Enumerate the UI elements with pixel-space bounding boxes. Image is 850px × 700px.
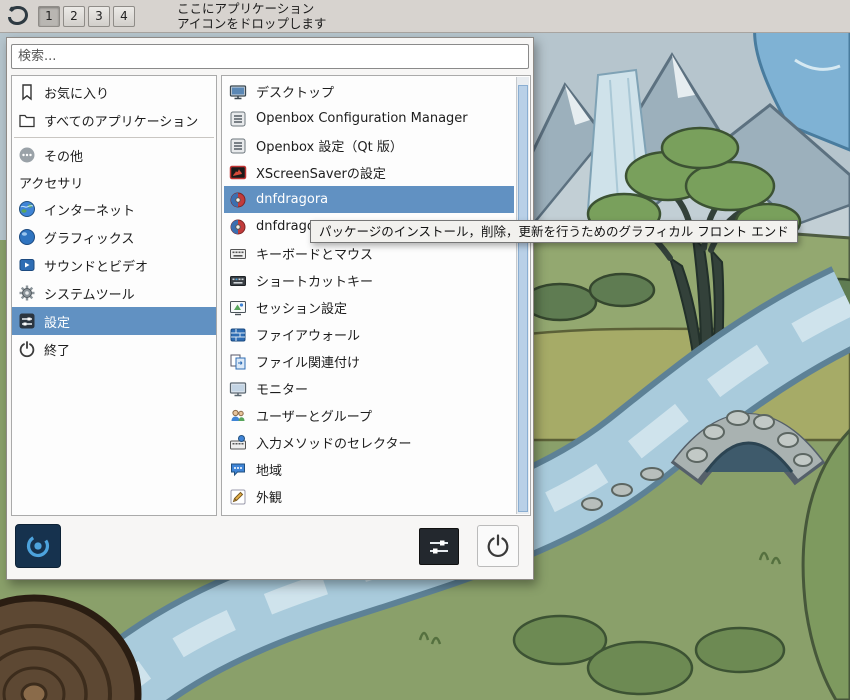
openbox-icon bbox=[229, 110, 247, 128]
sphere-icon bbox=[18, 228, 36, 246]
drop-hint-line2: アイコンをドロップします bbox=[177, 16, 327, 31]
category-pane: お気に入り すべてのアプリケーション その他 アクセサリ インターネット グラフ… bbox=[11, 75, 217, 516]
app-item-label: ファイアウォール bbox=[256, 329, 361, 344]
panel-drop-hint: ここにアプリケーション アイコンをドロップします bbox=[177, 1, 326, 31]
app-item-openbox-settings-qt[interactable]: Openbox 設定（Qt 版） bbox=[224, 132, 514, 159]
sidebar-item-label: お気に入り bbox=[44, 86, 110, 102]
app-item-label: 地域 bbox=[256, 464, 283, 479]
app-list-scrollbar[interactable] bbox=[516, 77, 529, 514]
sidebar-item-sound-video[interactable]: サウンドとビデオ bbox=[12, 251, 216, 279]
app-item-label: ショートカットキー bbox=[256, 275, 374, 290]
input-method-icon bbox=[229, 434, 247, 452]
sidebar-item-label: サウンドとビデオ bbox=[44, 259, 149, 275]
app-item-firewall[interactable]: ファイアウォール bbox=[224, 321, 514, 348]
monitor-icon bbox=[229, 380, 247, 398]
dnfdragora-icon bbox=[229, 191, 247, 209]
app-item-label: 外観 bbox=[256, 491, 283, 506]
workspace-pager: 1 2 3 4 bbox=[38, 5, 135, 27]
users-icon bbox=[229, 407, 247, 425]
workspace-button-3[interactable]: 3 bbox=[88, 5, 110, 27]
app-item-shortcut-keys[interactable]: ショートカットキー bbox=[224, 267, 514, 294]
app-item-label: XScreenSaverの設定 bbox=[256, 167, 386, 182]
video-icon bbox=[18, 256, 36, 274]
sidebar-item-graphics[interactable]: グラフィックス bbox=[12, 223, 216, 251]
appearance-icon bbox=[229, 488, 247, 506]
sliders-icon bbox=[430, 540, 448, 553]
sidebar-item-label: 設定 bbox=[44, 315, 71, 331]
workspace-button-1[interactable]: 1 bbox=[38, 5, 60, 27]
sidebar-item-settings[interactable]: 設定 bbox=[12, 307, 216, 335]
app-item-region[interactable]: 地域 bbox=[224, 456, 514, 483]
sidebar-item-internet[interactable]: インターネット bbox=[12, 195, 216, 223]
power-icon bbox=[18, 340, 36, 358]
keyboard-icon bbox=[229, 245, 247, 263]
sidebar-item-label: 終了 bbox=[44, 343, 71, 359]
shortcut-keys-icon bbox=[229, 272, 247, 290]
firewall-icon bbox=[229, 326, 247, 344]
app-item-session-settings[interactable]: セッション設定 bbox=[224, 294, 514, 321]
application-pane: デスクトップ Openbox Configuration Manager Ope… bbox=[221, 75, 531, 516]
app-item-label: ユーザーとグループ bbox=[256, 410, 372, 425]
app-item-label: キーボードとマウス bbox=[256, 248, 374, 263]
sidebar-separator bbox=[14, 137, 214, 138]
sidebar-item-leave[interactable]: 終了 bbox=[12, 335, 216, 363]
app-item-xscreensaver[interactable]: XScreenSaverの設定 bbox=[224, 159, 514, 186]
sidebar-item-system-tools[interactable]: システムツール bbox=[12, 279, 216, 307]
search-input[interactable] bbox=[11, 44, 529, 69]
openbox-icon bbox=[229, 137, 247, 155]
sidebar-item-other[interactable]: その他 bbox=[12, 141, 216, 169]
sidebar-item-label: すべてのアプリケーション bbox=[44, 114, 199, 130]
workspace-button-2[interactable]: 2 bbox=[63, 5, 85, 27]
monitor-icon bbox=[229, 83, 247, 101]
sidebar-item-label: システムツール bbox=[44, 287, 135, 303]
app-item-label: セッション設定 bbox=[256, 302, 348, 317]
app-item-appearance[interactable]: 外観 bbox=[224, 483, 514, 510]
distro-swirl-icon bbox=[26, 534, 50, 558]
app-item-label: ファイル関連付け bbox=[256, 356, 361, 371]
application-menu-window: お気に入り すべてのアプリケーション その他 アクセサリ インターネット グラフ… bbox=[6, 37, 534, 580]
app-item-desktop[interactable]: デスクトップ bbox=[224, 78, 514, 105]
app-menu-swirl-icon[interactable] bbox=[4, 2, 32, 30]
top-panel: 1 2 3 4 ここにアプリケーション アイコンをドロップします bbox=[0, 0, 850, 33]
app-item-label: dnfdragora bbox=[256, 192, 329, 207]
app-item-openbox-config-manager[interactable]: Openbox Configuration Manager bbox=[224, 105, 514, 132]
xscreensaver-icon bbox=[229, 164, 247, 182]
sidebar-item-label: インターネット bbox=[44, 203, 136, 219]
app-item-keyboard-mouse[interactable]: キーボードとマウス bbox=[224, 240, 514, 267]
sliders-icon bbox=[18, 312, 36, 330]
app-item-users-groups[interactable]: ユーザーとグループ bbox=[224, 402, 514, 429]
gear-icon bbox=[18, 284, 36, 302]
region-icon bbox=[229, 461, 247, 479]
bookmark-icon bbox=[18, 83, 36, 101]
app-item-label: 入力メソッドのセレクター bbox=[256, 437, 412, 452]
app-item-label: モニター bbox=[256, 383, 309, 398]
sidebar-item-accessories[interactable]: アクセサリ bbox=[12, 169, 216, 195]
app-item-label: Openbox 設定（Qt 版） bbox=[256, 140, 403, 155]
tooltip: パッケージのインストール，削除，更新を行うためのグラフィカル フロント エンド bbox=[310, 220, 798, 243]
dots-icon bbox=[18, 146, 36, 164]
app-item-file-associations[interactable]: ファイル関連付け bbox=[224, 348, 514, 375]
dnfdragora-icon bbox=[229, 218, 247, 236]
workspace-button-4[interactable]: 4 bbox=[113, 5, 135, 27]
distro-logo-button[interactable] bbox=[15, 524, 61, 568]
sidebar-item-all-applications[interactable]: すべてのアプリケーション bbox=[12, 106, 216, 134]
sidebar-item-favorites[interactable]: お気に入り bbox=[12, 78, 216, 106]
file-association-icon bbox=[229, 353, 247, 371]
session-icon bbox=[229, 299, 247, 317]
app-item-input-method-selector[interactable]: 入力メソッドのセレクター bbox=[224, 429, 514, 456]
app-item-monitor[interactable]: モニター bbox=[224, 375, 514, 402]
sidebar-item-label: グラフィックス bbox=[44, 231, 135, 247]
sidebar-item-label: アクセサリ bbox=[19, 176, 84, 192]
app-item-label: Openbox Configuration Manager bbox=[256, 111, 468, 126]
leave-button[interactable] bbox=[477, 525, 519, 567]
globe-icon bbox=[18, 200, 36, 218]
drop-hint-line1: ここにアプリケーション bbox=[177, 1, 315, 16]
sidebar-item-label: その他 bbox=[44, 149, 84, 165]
app-item-label: デスクトップ bbox=[256, 86, 335, 101]
power-icon bbox=[487, 534, 509, 558]
folder-icon bbox=[18, 111, 36, 129]
settings-button[interactable] bbox=[419, 528, 459, 565]
app-item-dnfdragora[interactable]: dnfdragora bbox=[224, 186, 514, 213]
scrollbar-thumb[interactable] bbox=[518, 85, 528, 512]
